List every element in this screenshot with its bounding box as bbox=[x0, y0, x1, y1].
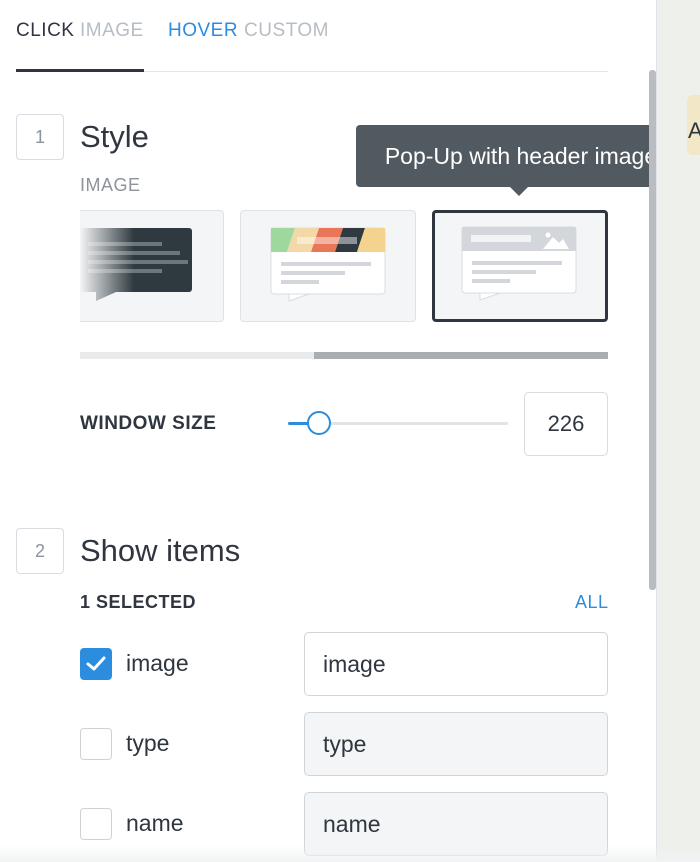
list-item: image image bbox=[80, 632, 608, 696]
item-checkbox-name[interactable] bbox=[80, 808, 112, 840]
section-title-style: Style bbox=[80, 119, 149, 154]
item-label: image bbox=[126, 650, 189, 676]
item-label: name bbox=[126, 810, 184, 836]
style-option-color-header[interactable] bbox=[240, 210, 416, 322]
style-caption: IMAGE bbox=[80, 175, 141, 195]
map-label: A bbox=[688, 118, 700, 143]
carousel-scroll-thumb[interactable] bbox=[314, 352, 608, 359]
window-size-slider-handle[interactable] bbox=[306, 411, 331, 435]
style-option-header-image[interactable] bbox=[432, 210, 608, 322]
item-checkbox-image[interactable] bbox=[80, 648, 112, 680]
dark-bubble-preview-icon bbox=[80, 228, 192, 304]
active-tab-indicator bbox=[16, 69, 144, 72]
panel-scrollbar[interactable] bbox=[649, 70, 656, 590]
step-number: 2 bbox=[16, 528, 64, 574]
tab-hover[interactable]: HOVER bbox=[168, 18, 238, 44]
style-tooltip: Pop-Up with header image bbox=[356, 125, 656, 196]
tab-click[interactable]: CLICK bbox=[16, 18, 74, 44]
select-all-link[interactable]: ALL bbox=[575, 592, 609, 613]
selected-count: 1 SELECTED bbox=[80, 592, 197, 612]
section-title-show-items: Show items bbox=[80, 533, 241, 568]
item-checkbox-type[interactable] bbox=[80, 728, 112, 760]
map-background: A bbox=[656, 0, 700, 862]
item-input-type[interactable]: type bbox=[304, 712, 608, 776]
item-input-image[interactable]: image bbox=[304, 632, 608, 696]
window-size-label: WINDOW SIZE bbox=[80, 413, 217, 434]
header-image-preview-icon bbox=[461, 226, 577, 301]
bottom-shadow bbox=[0, 845, 700, 862]
step-number: 1 bbox=[16, 114, 64, 160]
color-header-preview-icon bbox=[270, 227, 386, 302]
tab-bar: CLICK IMAGE HOVER CUSTOM bbox=[16, 18, 608, 72]
item-label: type bbox=[126, 730, 170, 756]
style-option-dark-bubble[interactable] bbox=[80, 210, 224, 322]
checkmark-icon bbox=[86, 656, 106, 671]
tab-image[interactable]: IMAGE bbox=[80, 18, 144, 44]
settings-panel: CLICK IMAGE HOVER CUSTOM 1 Style IMAGE W… bbox=[0, 0, 656, 862]
list-item: type type bbox=[80, 712, 608, 776]
tab-custom[interactable]: CUSTOM bbox=[244, 18, 329, 44]
window-size-input[interactable]: 226 bbox=[524, 392, 608, 456]
